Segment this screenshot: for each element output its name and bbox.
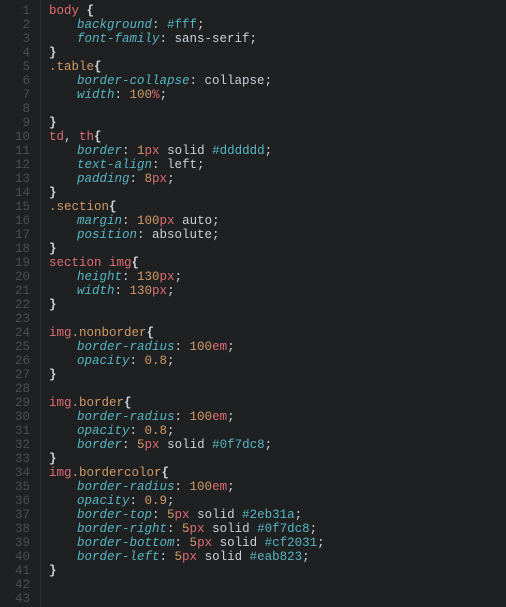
line-number: 8 [0,102,30,116]
code-line[interactable]: .table{ [49,60,506,74]
line-number: 16 [0,214,30,228]
line-number: 38 [0,522,30,536]
code-line[interactable]: height: 130px; [49,270,506,284]
code-line[interactable]: border: 5px solid #0f7dc8; [49,438,506,452]
line-number: 30 [0,410,30,424]
line-number: 27 [0,368,30,382]
code-line[interactable]: img.border{ [49,396,506,410]
code-line[interactable]: } [49,186,506,200]
line-number: 37 [0,508,30,522]
code-line[interactable]: .section{ [49,200,506,214]
line-number: 36 [0,494,30,508]
line-number: 12 [0,158,30,172]
code-line[interactable]: background: #fff; [49,18,506,32]
line-number: 20 [0,270,30,284]
code-line[interactable]: section img{ [49,256,506,270]
line-number: 13 [0,172,30,186]
line-number: 14 [0,186,30,200]
line-number: 26 [0,354,30,368]
code-editor: 1234567891011121314151617181920212223242… [0,0,506,607]
line-number: 21 [0,284,30,298]
code-line[interactable]: } [49,46,506,60]
code-line[interactable]: text-align: left; [49,158,506,172]
line-number-gutter: 1234567891011121314151617181920212223242… [0,0,40,607]
code-line[interactable]: position: absolute; [49,228,506,242]
line-number: 29 [0,396,30,410]
code-line[interactable]: margin: 100px auto; [49,214,506,228]
code-line[interactable]: border: 1px solid #dddddd; [49,144,506,158]
line-number: 34 [0,466,30,480]
code-line[interactable]: width: 130px; [49,284,506,298]
code-line[interactable]: border-right: 5px solid #0f7dc8; [49,522,506,536]
line-number: 15 [0,200,30,214]
code-line[interactable] [49,578,506,592]
line-number: 11 [0,144,30,158]
code-line[interactable] [49,312,506,326]
code-line[interactable]: } [49,368,506,382]
code-line[interactable] [49,592,506,606]
line-number: 40 [0,550,30,564]
code-line[interactable]: border-radius: 100em; [49,340,506,354]
code-line[interactable]: border-left: 5px solid #eab823; [49,550,506,564]
line-number: 1 [0,4,30,18]
line-number: 9 [0,116,30,130]
line-number: 17 [0,228,30,242]
code-line[interactable] [49,382,506,396]
line-number: 24 [0,326,30,340]
code-line[interactable]: border-top: 5px solid #2eb31a; [49,508,506,522]
code-line[interactable]: img.nonborder{ [49,326,506,340]
code-line[interactable]: body { [49,4,506,18]
line-number: 4 [0,46,30,60]
line-number: 39 [0,536,30,550]
code-line[interactable]: td, th{ [49,130,506,144]
line-number: 32 [0,438,30,452]
line-number: 7 [0,88,30,102]
code-line[interactable]: opacity: 0.8; [49,354,506,368]
line-number: 43 [0,592,30,606]
line-number: 18 [0,242,30,256]
code-line[interactable]: } [49,564,506,578]
line-number: 41 [0,564,30,578]
line-number: 22 [0,298,30,312]
code-line[interactable]: } [49,116,506,130]
line-number: 25 [0,340,30,354]
line-number: 42 [0,578,30,592]
code-line[interactable] [49,102,506,116]
code-line[interactable]: border-radius: 100em; [49,410,506,424]
code-line[interactable]: border-bottom: 5px solid #cf2031; [49,536,506,550]
code-line[interactable]: } [49,452,506,466]
code-line[interactable]: } [49,242,506,256]
code-content[interactable]: body {background: #fff;font-family: sans… [40,0,506,607]
line-number: 33 [0,452,30,466]
code-line[interactable]: font-family: sans-serif; [49,32,506,46]
line-number: 23 [0,312,30,326]
line-number: 3 [0,32,30,46]
line-number: 6 [0,74,30,88]
line-number: 19 [0,256,30,270]
code-line[interactable]: padding: 8px; [49,172,506,186]
code-line[interactable]: opacity: 0.9; [49,494,506,508]
line-number: 28 [0,382,30,396]
line-number: 35 [0,480,30,494]
line-number: 31 [0,424,30,438]
line-number: 5 [0,60,30,74]
code-line[interactable]: width: 100%; [49,88,506,102]
line-number: 10 [0,130,30,144]
code-line[interactable]: img.bordercolor{ [49,466,506,480]
code-line[interactable]: opacity: 0.8; [49,424,506,438]
code-line[interactable]: } [49,298,506,312]
line-number: 2 [0,18,30,32]
code-line[interactable]: border-radius: 100em; [49,480,506,494]
code-line[interactable]: border-collapse: collapse; [49,74,506,88]
